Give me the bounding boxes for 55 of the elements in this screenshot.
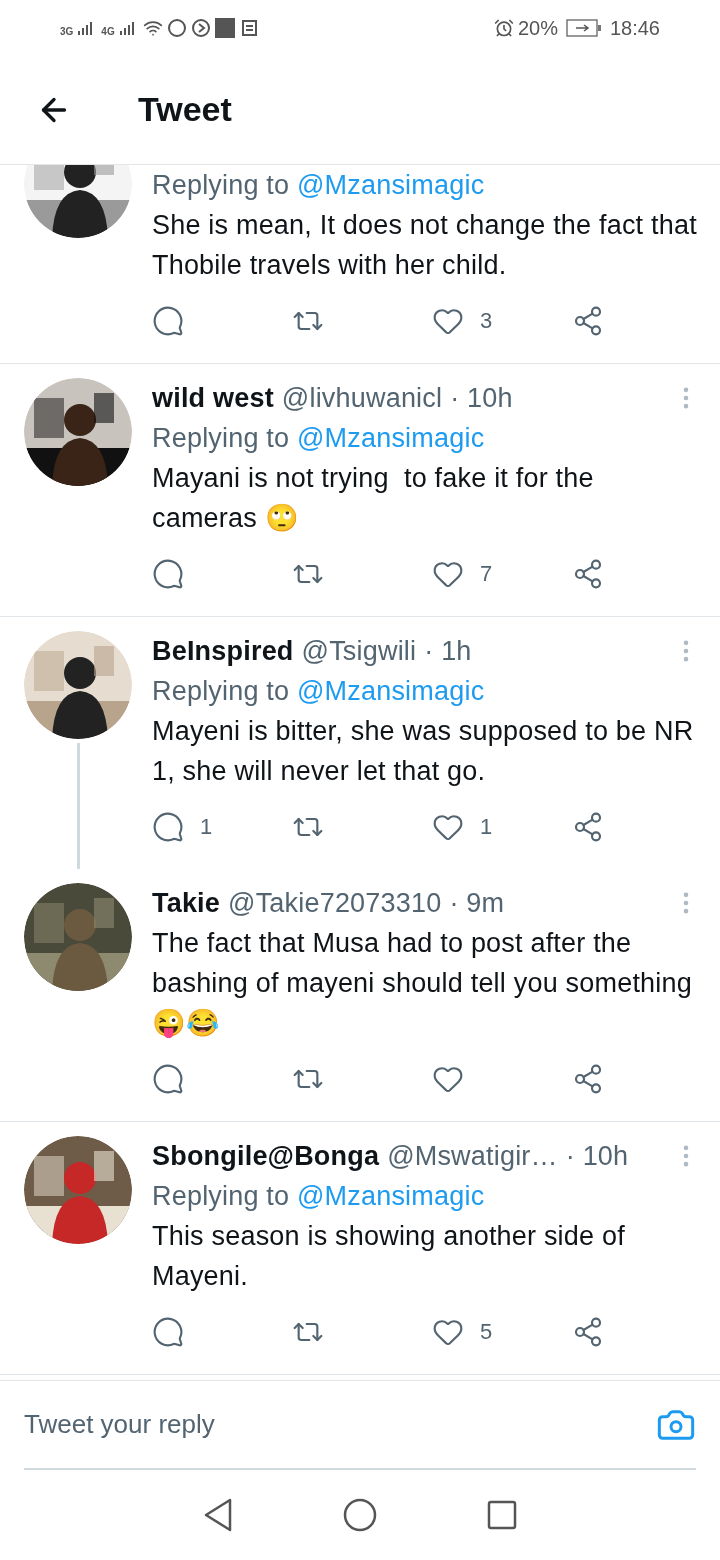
tweet-time: · 10h	[450, 382, 513, 415]
like-count: 7	[480, 560, 493, 588]
tweet-time: · 10h	[565, 1140, 629, 1173]
like-count: 5	[480, 1318, 493, 1346]
home-nav-icon[interactable]	[343, 1498, 377, 1532]
tweet-text: Mayani is not trying to fake it for the cameras 🙄	[152, 462, 595, 535]
reply-input[interactable]: Tweet your reply	[24, 1405, 656, 1444]
like-count: 3	[480, 307, 493, 335]
user-handle: @Takie72073310	[228, 887, 442, 920]
reply-icon[interactable]	[152, 1063, 184, 1095]
like-count: 1	[480, 813, 493, 841]
replying-to: Replying to @Mzansimagic	[152, 169, 486, 202]
tweet-text: This season is showing another side of Mayeni.	[152, 1220, 626, 1293]
play-app-icon	[190, 17, 211, 38]
signal-icon	[77, 19, 94, 36]
app-notification-icon	[214, 17, 235, 38]
user-handle: @Tsigwili	[301, 635, 417, 668]
back-nav-icon[interactable]	[203, 1498, 233, 1532]
replying-to: Replying to @Mzansimagic	[152, 422, 486, 455]
mention-link[interactable]: @Mzansimagic	[297, 170, 485, 200]
user-name: wild west	[152, 382, 274, 415]
tweet-text: Mayeni is bitter, she was supposed to be NR 1, she will never let that go.	[152, 715, 695, 788]
reply-icon[interactable]	[152, 811, 184, 843]
share-icon[interactable]	[572, 1316, 604, 1348]
user-name: BeInspired	[152, 635, 294, 668]
signal-icon	[118, 19, 135, 36]
alarm-icon	[493, 17, 514, 38]
reply-icon[interactable]	[152, 305, 184, 337]
network-label: 3G	[60, 25, 74, 39]
share-icon[interactable]	[572, 811, 604, 843]
reply-icon[interactable]	[152, 558, 184, 590]
mention-link[interactable]: @Mzansimagic	[297, 423, 485, 453]
clock: 18:46	[609, 15, 660, 41]
replying-to: Replying to @Mzansimagic	[152, 1180, 486, 1213]
mention-link[interactable]: @Mzansimagic	[297, 676, 485, 706]
tweet-time: · 9m	[449, 887, 505, 920]
battery-percent: 20%	[517, 15, 558, 41]
tweet-text: The fact that Musa had to post after the bashing of mayeni should tell you something 😜😂	[152, 927, 693, 1040]
share-icon[interactable]	[572, 1063, 604, 1095]
user-name: Sbongile@Bonga	[152, 1140, 380, 1173]
mention-link[interactable]: @Mzansimagic	[297, 1181, 485, 1211]
tweet-text: She is mean, It does not change the fact that Thobile travels with her child.	[152, 209, 698, 282]
user-handle: @livhuwanicl	[281, 382, 443, 415]
share-icon[interactable]	[572, 305, 604, 337]
recents-nav-icon[interactable]	[487, 1500, 517, 1530]
share-icon[interactable]	[572, 558, 604, 590]
reply-icon[interactable]	[152, 1316, 184, 1348]
reply-count: 1	[200, 813, 213, 841]
battery-charging-icon	[565, 18, 602, 37]
user-name: Takie	[152, 887, 221, 920]
network-label: 4G	[101, 25, 115, 39]
replying-to: Replying to @Mzansimagic	[152, 675, 486, 708]
user-handle: @Mswatigir…	[387, 1140, 558, 1173]
page-title: Tweet	[138, 89, 232, 130]
tweet-time: · 1h	[424, 635, 472, 668]
